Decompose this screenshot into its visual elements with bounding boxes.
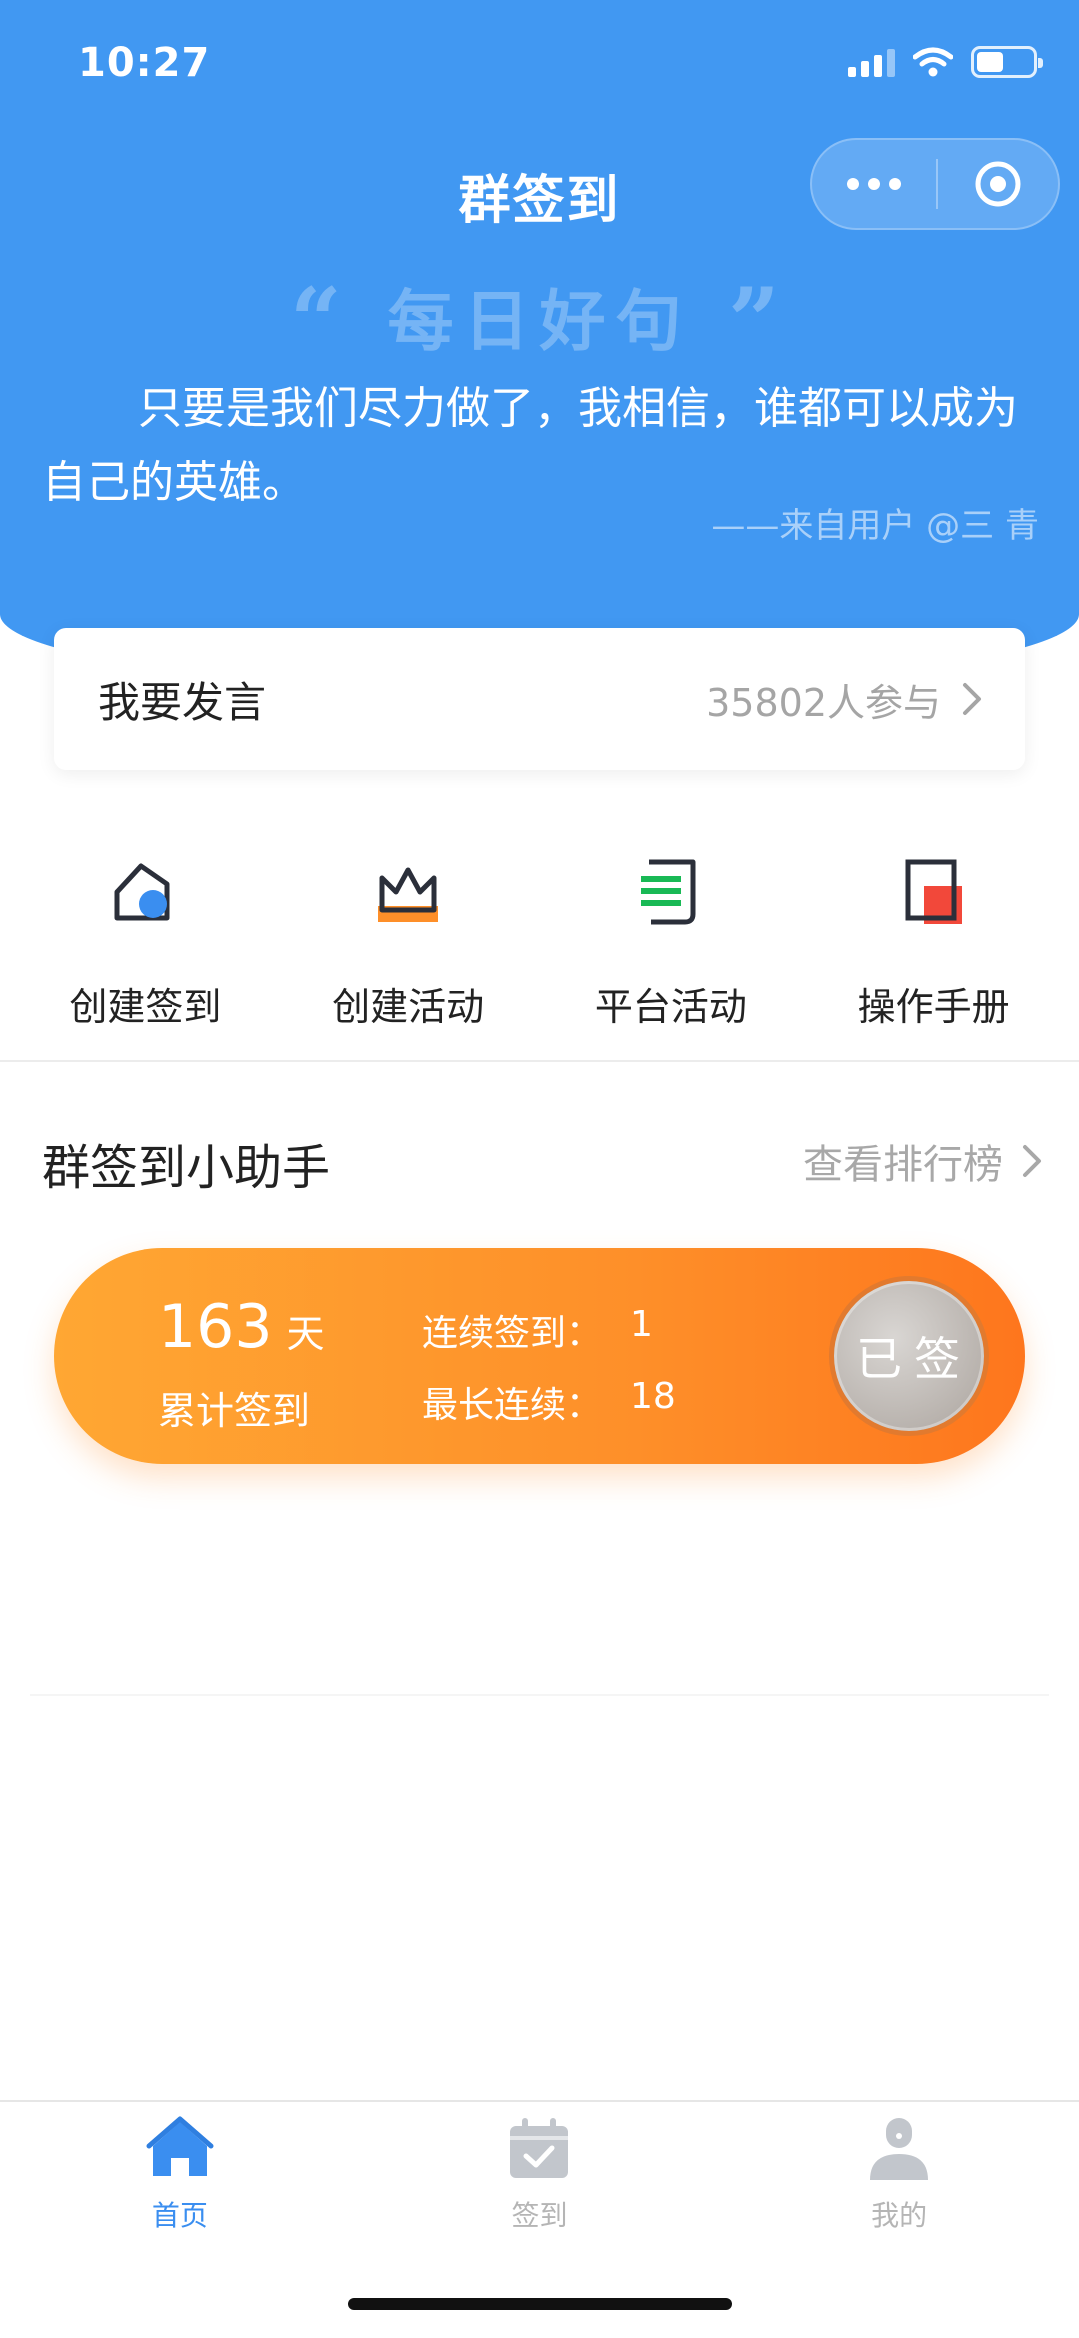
mini-program-capsule xyxy=(810,138,1060,230)
action-platform-activity[interactable]: 平台活动 xyxy=(551,840,791,1040)
section-divider xyxy=(0,1060,1079,1062)
manual-icon xyxy=(905,859,962,924)
action-label: 创建活动 xyxy=(332,985,485,1029)
chevron-right-icon xyxy=(1023,1145,1041,1177)
days-unit: 天 xyxy=(286,1312,325,1356)
speak-card[interactable]: 我要发言 35802人参与 xyxy=(54,628,1025,770)
faint-divider xyxy=(30,1694,1049,1696)
speak-right: 35802人参与 xyxy=(706,672,983,727)
longest-streak: 最长连续： 18 xyxy=(422,1376,676,1428)
tag-icon xyxy=(114,863,170,921)
checkin-card: 163 天 累计签到 连续签到： 1 最长连续： 18 已签 xyxy=(54,1248,1025,1464)
wifi-icon xyxy=(913,47,953,77)
more-button[interactable] xyxy=(812,140,936,228)
status-bar: 10:27 xyxy=(0,0,1079,130)
quick-actions: 创建签到 创建活动 平台活动 操作手册 xyxy=(0,840,1079,1040)
total-days-value: 163 xyxy=(158,1292,273,1362)
crown-icon xyxy=(378,867,439,922)
tab-label: 我的 xyxy=(871,2199,928,2232)
status-icons xyxy=(848,46,1043,78)
tab-home[interactable]: 首页 xyxy=(30,2114,330,2234)
document-icon xyxy=(640,859,696,925)
quote-author: ——来自用户 @三 青 xyxy=(711,506,1039,546)
action-create-checkin[interactable]: 创建签到 xyxy=(25,840,265,1040)
consecutive-streak: 连续签到： 1 xyxy=(422,1304,653,1356)
quote-heading: 每日好句 xyxy=(387,282,692,360)
tab-checkin[interactable]: 签到 xyxy=(389,2114,689,2234)
calendar-check-icon xyxy=(510,2118,569,2178)
action-create-activity[interactable]: 创建活动 xyxy=(288,840,528,1040)
assistant-title: 群签到小助手 xyxy=(42,1140,331,1196)
longest-value: 18 xyxy=(630,1376,676,1417)
participant-count: 35802人参与 xyxy=(706,680,941,725)
quote-close-mark: ” xyxy=(728,268,780,374)
action-label: 操作手册 xyxy=(857,985,1010,1029)
consecutive-value: 1 xyxy=(630,1304,653,1345)
ranking-link-label: 查看排行榜 xyxy=(803,1142,1003,1188)
signal-icon xyxy=(848,47,895,77)
tab-label: 签到 xyxy=(511,2199,568,2232)
status-time: 10:27 xyxy=(78,40,211,86)
close-button[interactable] xyxy=(938,140,1058,228)
target-close-icon xyxy=(975,161,1021,207)
home-indicator xyxy=(348,2298,732,2310)
consecutive-label: 连续签到： xyxy=(422,1313,603,1354)
battery-icon xyxy=(971,46,1043,78)
chevron-right-icon xyxy=(963,683,981,715)
tab-label: 首页 xyxy=(151,2199,208,2232)
tab-mine[interactable]: 我的 xyxy=(749,2114,1049,2234)
total-checkin-label: 累计签到 xyxy=(158,1389,311,1433)
user-icon xyxy=(870,2118,929,2180)
total-days: 163 天 xyxy=(158,1292,325,1362)
action-label: 平台活动 xyxy=(594,985,747,1029)
action-manual[interactable]: 操作手册 xyxy=(814,840,1054,1040)
home-icon xyxy=(146,2116,214,2176)
more-dots-icon xyxy=(847,178,859,190)
view-ranking-link[interactable]: 查看排行榜 xyxy=(803,1132,1043,1190)
battery-level xyxy=(977,52,1003,72)
action-label: 创建签到 xyxy=(69,985,222,1029)
checked-in-button[interactable]: 已签 xyxy=(829,1276,989,1436)
speak-label: 我要发言 xyxy=(98,677,267,727)
longest-label: 最长连续： xyxy=(422,1385,603,1426)
